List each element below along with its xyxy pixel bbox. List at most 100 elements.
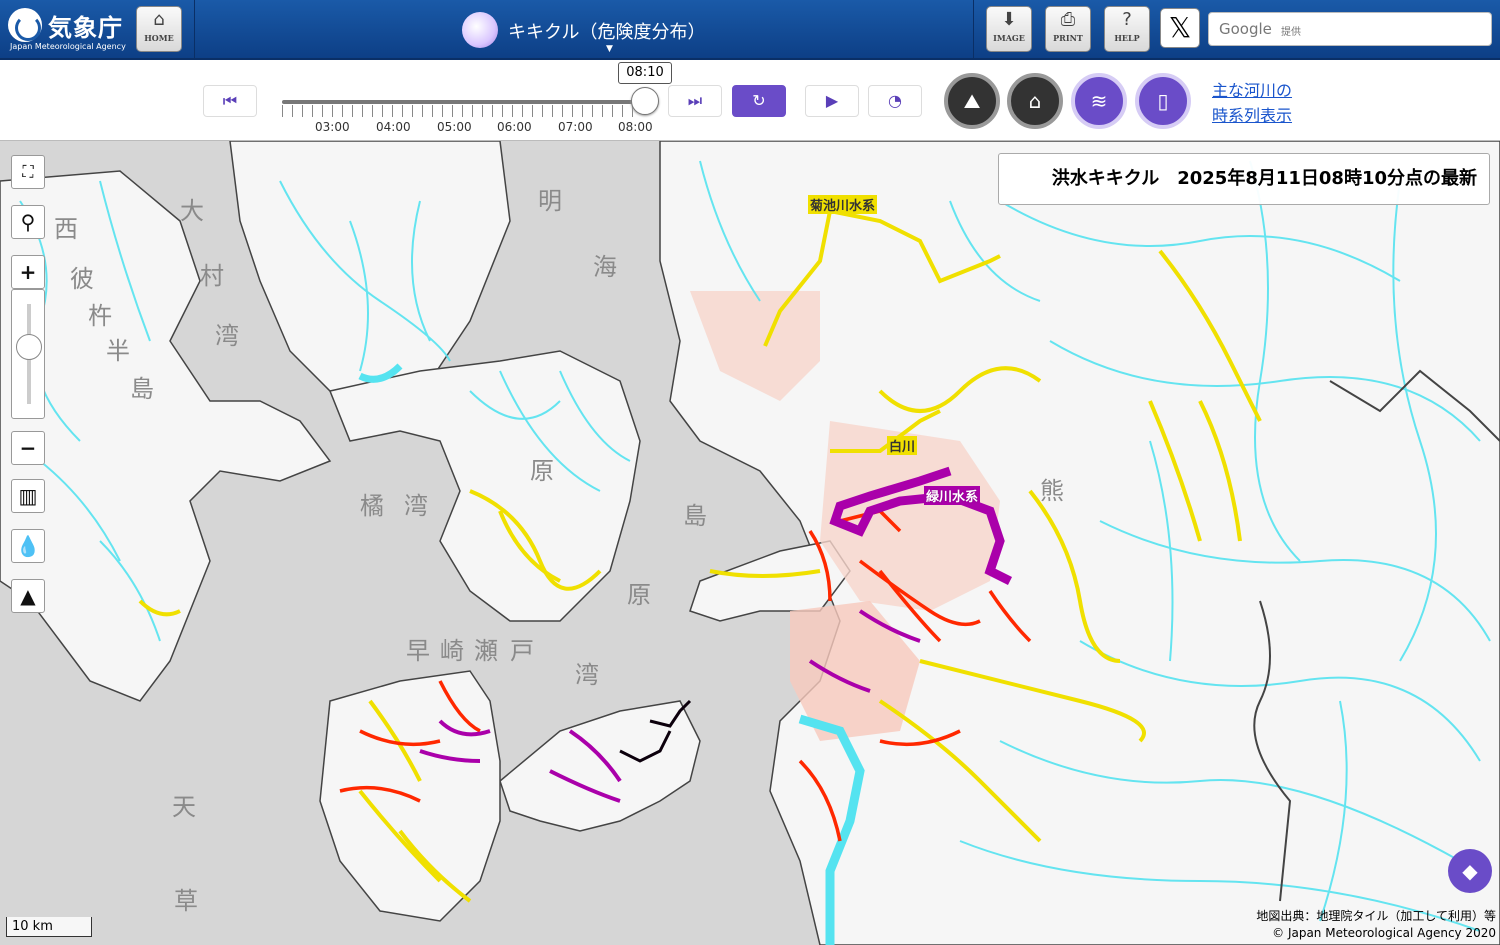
flood-layer-button[interactable]: ≋ — [1071, 73, 1127, 129]
bay-label: 湾 — [404, 492, 428, 520]
printer-icon: ⎙ — [1060, 9, 1076, 30]
header-divider — [973, 0, 974, 58]
fullscreen-button[interactable]: ⛶ — [11, 155, 45, 189]
bay-label: 橘 — [360, 492, 384, 520]
speed-button[interactable]: ◔ — [868, 85, 922, 117]
agency-name: 気象庁 — [48, 14, 123, 42]
skip-forward-icon: ⏭ — [687, 91, 703, 110]
header-bar: 気象庁 Japan Meteorological Agency ⌂ HOME キ… — [0, 0, 1500, 60]
water-layer-button[interactable]: 💧 — [11, 529, 45, 563]
map-icon: ▥ — [18, 484, 38, 508]
bay-label: 湾 — [215, 322, 239, 350]
timeline-track[interactable] — [282, 100, 642, 104]
river-label-midori[interactable]: 緑川水系 — [924, 486, 981, 505]
kikikuru-icon — [462, 12, 498, 48]
plus-icon: + — [19, 260, 37, 284]
x-share-button[interactable]: 𝕏 — [1160, 8, 1200, 48]
legend-toggle-button[interactable]: ◆ — [1448, 849, 1492, 893]
sea-label: 海 — [593, 253, 617, 281]
download-icon: ⬇ — [1001, 9, 1017, 30]
strait-label: 瀬 — [474, 637, 498, 665]
map-icon: ▯ — [1157, 89, 1169, 113]
time-label: 03:00 — [315, 120, 350, 134]
page-title: キキクル（危険度分布） — [508, 22, 706, 43]
strait-label: 早 — [406, 637, 430, 665]
help-button[interactable]: ? HELP — [1104, 6, 1150, 52]
sea-label: 島 — [683, 502, 707, 530]
landslide-icon: ⛰ — [963, 89, 981, 113]
peninsula-label: 原 — [530, 457, 554, 485]
print-button[interactable]: ⎙ PRINT — [1045, 6, 1091, 52]
skip-first-button[interactable]: ⏮ — [203, 85, 257, 117]
bay-label: 湾 — [575, 661, 599, 689]
home-button[interactable]: ⌂ HOME — [136, 6, 182, 52]
refresh-button[interactable]: ↻ — [732, 85, 786, 117]
locate-button[interactable]: ⚲ — [11, 205, 45, 239]
land-nagasaki-north — [229, 141, 511, 402]
land-amakusa-kami — [499, 700, 701, 832]
speed-icon: ◔ — [888, 91, 902, 110]
landslide-layer-button[interactable]: ⛰ — [944, 73, 1000, 129]
island-label: 草 — [174, 887, 198, 915]
jma-logo-icon — [8, 8, 42, 42]
fullscreen-icon: ⛶ — [22, 162, 34, 181]
strait-label: 戸 — [510, 637, 534, 665]
help-icon: ? — [1122, 9, 1132, 30]
strait-label: 崎 — [440, 637, 464, 665]
copyright: © Japan Meteorological Agency 2020 — [1272, 926, 1496, 940]
map-canvas[interactable]: 明 海 大 村 湾 西 彼 杵 半 島 橘 湾 島 原 原 早 崎 瀬 戸 湾 … — [0, 141, 1500, 945]
mountain-icon: ▲ — [20, 584, 36, 608]
google-sub-label: 提供 — [1281, 27, 1301, 38]
time-label: 06:00 — [497, 120, 532, 134]
header-divider — [194, 0, 195, 58]
home-icon: ⌂ — [153, 9, 165, 30]
river-timeseries-link[interactable]: 主な河川の 時系列表示 — [1212, 78, 1292, 128]
skip-back-icon: ⏮ — [222, 91, 238, 110]
minus-icon: − — [19, 436, 37, 460]
map-attribution: 地図出典：地理院タイル（加工して利用）等 — [1256, 909, 1496, 923]
zoom-handle[interactable] — [16, 334, 42, 360]
peninsula-label: 杵 — [88, 302, 112, 330]
river-icon: ≋ — [1090, 89, 1108, 113]
inundation-layer-button[interactable]: ⌂ — [1007, 73, 1063, 129]
current-time-display: 08:10 — [618, 62, 672, 84]
tag-icon: ◆ — [1462, 859, 1478, 883]
agency-name-en: Japan Meteorological Agency — [10, 42, 126, 51]
status-banner: 洪水キキクル 2025年8月11日08時10分点の最新 — [998, 153, 1490, 205]
bay-label: 大 — [180, 197, 204, 225]
peninsula-label: 半 — [106, 337, 130, 365]
skip-last-button[interactable]: ⏭ — [668, 85, 722, 117]
droplet-icon: 💧 — [15, 534, 41, 558]
time-label: 07:00 — [558, 120, 593, 134]
peninsula-label: 西 — [54, 215, 78, 243]
scale-bar: 10 km — [6, 917, 92, 937]
river-label-kikuchi[interactable]: 菊池川水系 — [808, 195, 878, 214]
play-icon: ▶ — [825, 91, 839, 110]
image-button[interactable]: ⬇ IMAGE — [986, 6, 1032, 52]
peninsula-label: 彼 — [70, 265, 94, 293]
time-label: 05:00 — [437, 120, 472, 134]
sea-label: 原 — [627, 581, 651, 609]
land-eastern-kyushu — [659, 141, 1500, 945]
play-button[interactable]: ▶ — [805, 85, 859, 117]
timeline-ticks — [282, 105, 642, 117]
time-label: 04:00 — [376, 120, 411, 134]
zoom-in-button[interactable]: + — [11, 255, 45, 289]
river-label-shira[interactable]: 白川 — [887, 436, 918, 455]
map-layer-button[interactable]: ▯ — [1135, 73, 1191, 129]
sea-label: 明 — [538, 187, 562, 215]
google-search-input[interactable]: Google 提供 — [1208, 12, 1492, 46]
bay-label: 村 — [200, 262, 224, 290]
zoom-slider[interactable] — [11, 289, 45, 419]
terrain-button[interactable]: ▲ — [11, 579, 45, 613]
timeline-toolbar: ⏮ 08:10 03:00 04:00 05:00 06:00 07:00 08… — [0, 60, 1500, 141]
refresh-icon: ↻ — [752, 91, 766, 110]
island-label: 天 — [172, 793, 196, 821]
timeline-handle[interactable] — [631, 87, 659, 115]
google-brand: Google — [1219, 20, 1272, 38]
basemap-button[interactable]: ▥ — [11, 479, 45, 513]
inundation-icon: ⌂ — [1028, 89, 1042, 113]
chevron-down-icon: ▼ — [606, 44, 613, 54]
map-svg — [0, 141, 1500, 945]
zoom-out-button[interactable]: − — [11, 431, 45, 465]
